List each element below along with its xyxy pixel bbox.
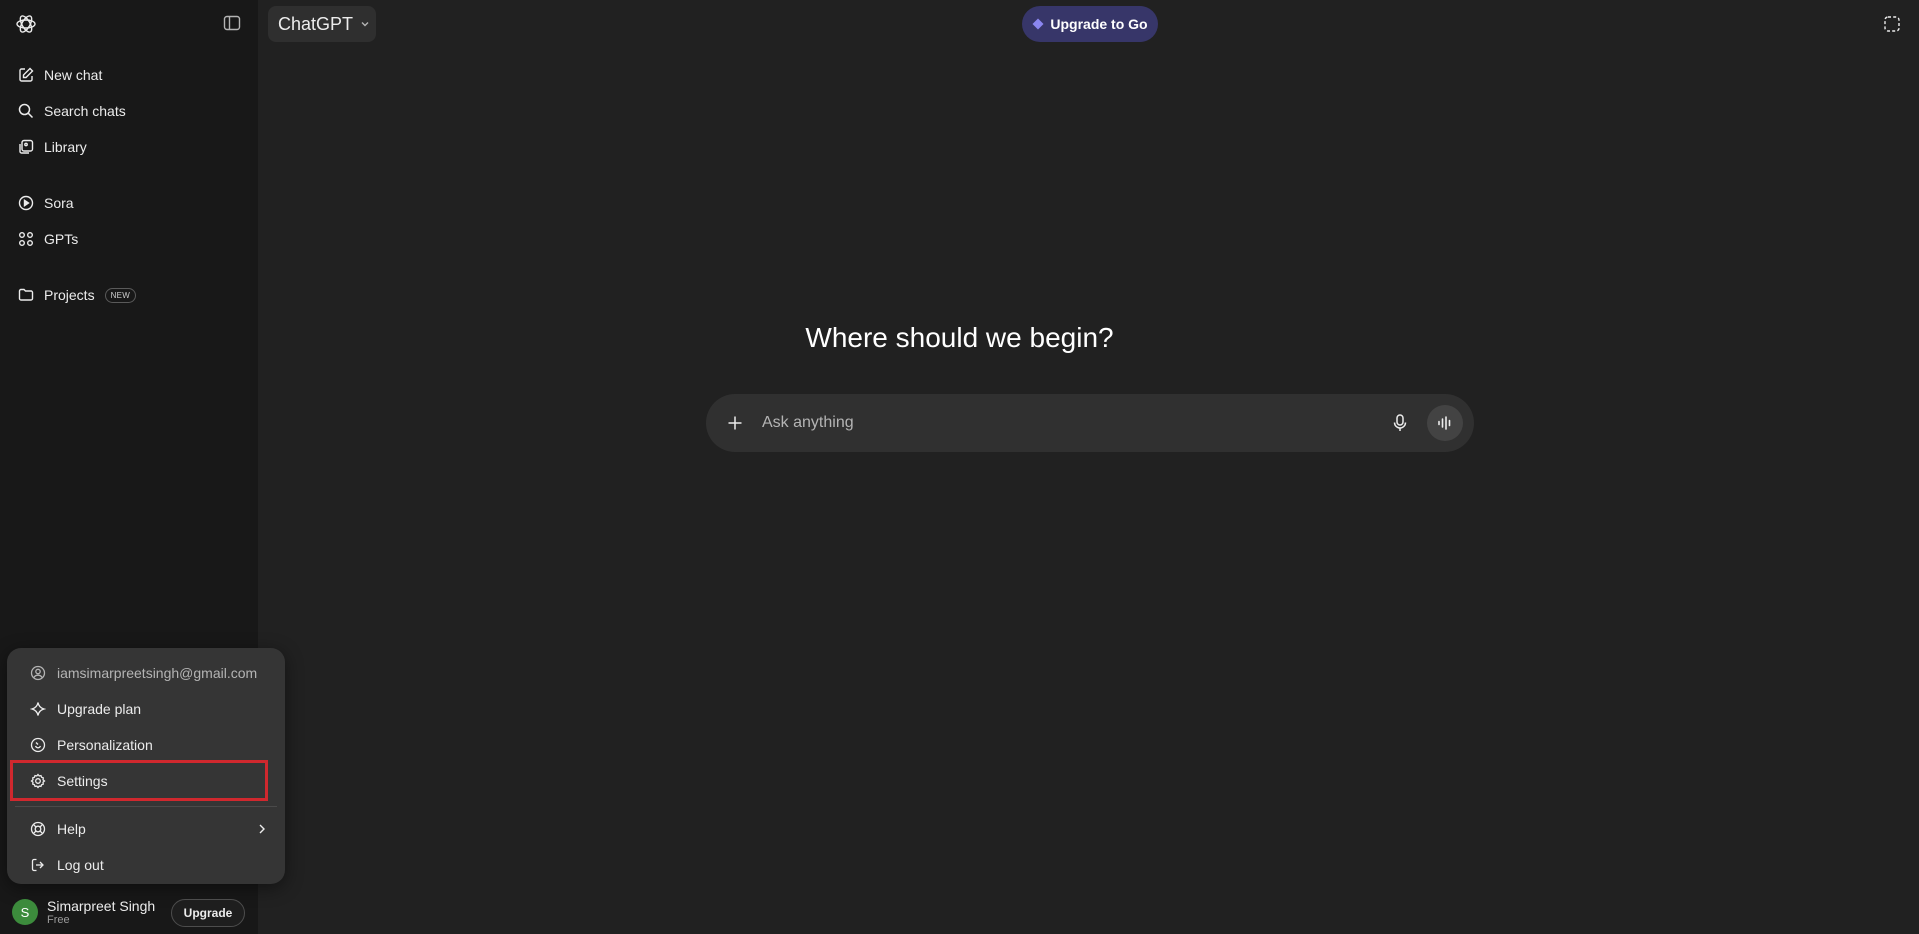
avatar: S [12, 899, 38, 925]
sidebar-item-sora[interactable]: Sora [8, 186, 250, 220]
sidebar-item-search-chats[interactable]: Search chats [8, 94, 250, 128]
sidebar-header [0, 0, 258, 48]
chevron-down-icon [359, 18, 371, 30]
pencil-square-icon [16, 65, 36, 85]
app-window: New chat Search chats Library Sora GPTs … [0, 0, 1919, 934]
model-selector-button[interactable]: ChatGPT [268, 6, 376, 42]
composer [706, 394, 1474, 452]
menu-item-personalization[interactable]: Personalization [15, 728, 277, 762]
grid-icon [16, 229, 36, 249]
user-circle-icon [29, 664, 47, 682]
voice-mode-button[interactable] [1427, 405, 1463, 441]
sparkle-icon [29, 700, 47, 718]
menu-help-label: Help [57, 821, 86, 837]
microphone-icon[interactable] [1389, 412, 1411, 434]
user-account-button[interactable]: S Simarpreet Singh Free Upgrade [6, 892, 252, 932]
menu-logout-label: Log out [57, 857, 104, 873]
menu-item-logout[interactable]: Log out [15, 848, 277, 882]
prompt-input[interactable] [762, 414, 1389, 432]
personalization-icon [29, 736, 47, 754]
menu-email-label: iamsimarpreetsingh@gmail.com [57, 665, 258, 681]
logout-icon [29, 856, 47, 874]
account-menu: iamsimarpreetsingh@gmail.com Upgrade pla… [7, 648, 285, 884]
images-icon [16, 137, 36, 157]
gear-icon [29, 772, 47, 790]
sidebar-item-library[interactable]: Library [8, 130, 250, 164]
user-plan: Free [47, 913, 70, 926]
diamond-icon [1032, 18, 1044, 30]
menu-personalization-label: Personalization [57, 737, 153, 753]
lifebuoy-icon [29, 820, 47, 838]
sidebar-item-new-chat[interactable]: New chat [8, 58, 250, 92]
sidebar-toggle-icon[interactable] [222, 13, 244, 35]
headline-text: Where should we begin? [805, 322, 1114, 353]
user-name: Simarpreet Singh [47, 897, 156, 914]
upgrade-button[interactable]: Upgrade [171, 899, 245, 927]
menu-divider [15, 806, 277, 807]
page-title: Where should we begin? [0, 322, 1919, 354]
menu-item-email: iamsimarpreetsingh@gmail.com [15, 656, 277, 690]
sidebar-item-label: Search chats [44, 103, 126, 119]
menu-item-help[interactable]: Help [15, 812, 277, 846]
new-badge: NEW [104, 287, 137, 303]
sidebar-item-gpts[interactable]: GPTs [8, 222, 250, 256]
play-circle-icon [16, 193, 36, 213]
plus-icon[interactable] [724, 412, 746, 434]
sidebar-item-label: New chat [44, 67, 103, 83]
menu-upgrade-plan-label: Upgrade plan [57, 701, 142, 717]
menu-settings-label: Settings [57, 773, 108, 789]
sidebar-item-label: Library [44, 139, 87, 155]
menu-item-upgrade-plan[interactable]: Upgrade plan [15, 692, 277, 726]
user-info: Simarpreet Singh Free [47, 898, 155, 927]
waveform-icon [1438, 416, 1451, 430]
menu-item-settings[interactable]: Settings [15, 764, 277, 798]
sidebar-item-label: Projects [44, 287, 95, 303]
search-icon [16, 101, 36, 121]
upgrade-to-go-label: Upgrade to Go [1050, 16, 1148, 32]
folder-icon [16, 285, 36, 305]
sidebar-item-label: GPTs [44, 231, 79, 247]
sidebar-item-projects[interactable]: Projects NEW [8, 278, 250, 312]
openai-logo-icon[interactable] [14, 12, 38, 36]
dashed-square-icon[interactable] [1882, 14, 1902, 34]
chevron-right-icon [255, 822, 269, 836]
sidebar-item-label: Sora [44, 195, 74, 211]
upgrade-to-go-button[interactable]: Upgrade to Go [1022, 6, 1158, 42]
model-label: ChatGPT [278, 13, 354, 34]
